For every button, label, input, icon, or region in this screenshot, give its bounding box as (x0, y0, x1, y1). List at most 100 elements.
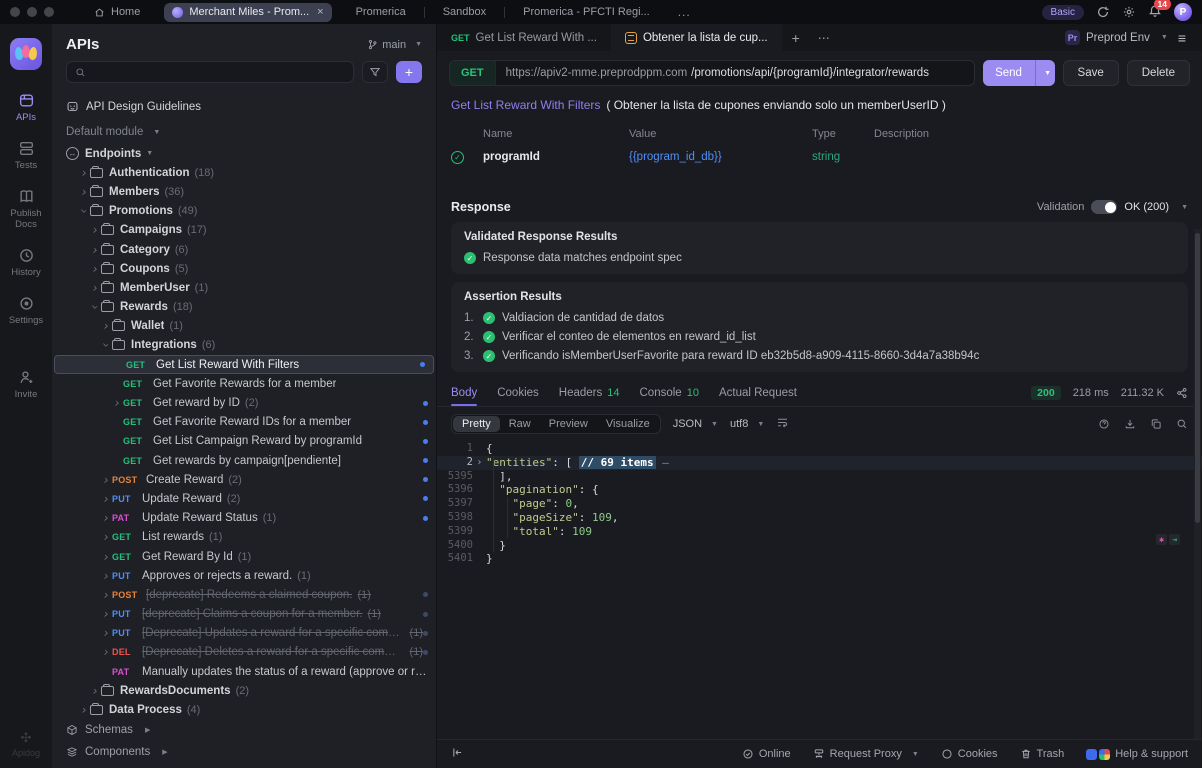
notifications-button[interactable]: 14 (1148, 4, 1162, 21)
rail-item-apis[interactable]: APIs (0, 84, 52, 132)
word-wrap-icon[interactable] (776, 416, 789, 432)
rail-item-invite[interactable]: Invite (0, 361, 52, 409)
zoom-window-button[interactable] (44, 7, 54, 17)
tree-request[interactable]: ›POSTCreate Reward(2) (52, 470, 436, 489)
rail-item-history[interactable]: History (0, 239, 52, 287)
scrollbar-thumb[interactable] (1195, 233, 1200, 523)
tab-cookies[interactable]: Cookies (497, 380, 539, 406)
tree-request[interactable]: ›PATManually updates the status of a rew… (52, 662, 436, 681)
validation-toggle[interactable] (1091, 200, 1117, 214)
tree-request-deprecated[interactable]: ›PUT[deprecate] Claims a coupon for a me… (52, 605, 436, 624)
param-value[interactable]: {{program_id_db}} (629, 151, 812, 163)
tree-folder[interactable]: ›Campaigns(17) (52, 221, 436, 240)
new-tab-button[interactable]: + (782, 24, 810, 51)
module-selector[interactable]: Default module ▼ (52, 120, 436, 144)
tree-request-deprecated[interactable]: ›PUT[Deprecate] Updates a reward for a s… (52, 624, 436, 643)
tab-body[interactable]: Body (451, 380, 477, 406)
more-tabs-button[interactable]: ... (668, 5, 701, 19)
tree-folder[interactable]: ›Wallet(1) (52, 317, 436, 336)
app-logo[interactable] (10, 38, 42, 70)
api-design-guidelines[interactable]: API Design Guidelines (52, 93, 436, 120)
rail-item-settings[interactable]: Settings (0, 287, 52, 335)
cookies-button[interactable]: Cookies (941, 748, 998, 760)
menu-icon[interactable]: ≡ (1174, 30, 1190, 46)
fold-collapsed-icon[interactable]: › (473, 456, 486, 470)
tree-root-endpoints[interactable]: ↔ Endpoints ▼ (52, 144, 436, 163)
search-input[interactable] (92, 66, 345, 78)
help-support-button[interactable]: Help & support (1086, 748, 1188, 760)
workspace-tab[interactable]: Promerica - PFCTI Regi... (507, 0, 666, 24)
main-scrollbar[interactable] (1194, 229, 1201, 739)
search-icon[interactable] (1176, 418, 1188, 430)
trash-button[interactable]: Trash (1020, 748, 1065, 760)
tree-folder[interactable]: ›Integrations(6) (52, 336, 436, 355)
tree-request[interactable]: ›GETGet reward by ID(2) (52, 393, 436, 412)
environment-selector[interactable]: Pr Preprod Env ▼ ≡ (1053, 24, 1202, 51)
rail-item-tests[interactable]: Tests (0, 132, 52, 180)
tree-folder[interactable]: ›Coupons(5) (52, 259, 436, 278)
view-raw[interactable]: Raw (500, 416, 540, 432)
sidebar-item-schemas[interactable]: Schemas ▶ (52, 716, 436, 744)
help-circle-icon[interactable] (1098, 418, 1110, 430)
close-window-button[interactable] (10, 7, 20, 17)
doc-tab-active[interactable]: Obtener la lista de cup... (611, 24, 782, 51)
send-options-caret[interactable]: ▼ (1035, 60, 1055, 86)
avatar[interactable]: P (1174, 3, 1192, 21)
request-proxy-menu[interactable]: Request Proxy ▼ (813, 748, 919, 760)
tab-actual-request[interactable]: Actual Request (719, 380, 797, 406)
url-field[interactable]: GET https://apiv2-mme.preprodppm.com /pr… (449, 60, 975, 86)
view-visualize[interactable]: Visualize (597, 416, 659, 432)
tree-folder[interactable]: ›MemberUser(1) (52, 278, 436, 297)
share-icon[interactable] (1176, 387, 1188, 399)
tree-request[interactable]: ›GETGet Reward By Id(1) (52, 547, 436, 566)
sync-icon[interactable] (1096, 5, 1110, 19)
plan-badge[interactable]: Basic (1042, 5, 1084, 20)
tree-folder[interactable]: ›Rewards(18) (52, 298, 436, 317)
param-row[interactable]: ✓ programId {{program_id_db}} string (451, 144, 1188, 170)
collapse-sidebar-button[interactable] (451, 746, 464, 762)
rail-item-publish-docs[interactable]: Publish Docs (0, 180, 52, 239)
minimize-window-button[interactable] (27, 7, 37, 17)
tree-request[interactable]: ›PUTUpdate Reward(2) (52, 489, 436, 508)
tab-overflow-button[interactable]: ⋯ (810, 24, 839, 51)
param-name[interactable]: programId (483, 151, 629, 163)
sidebar-item-components[interactable]: Components ▶ (52, 744, 436, 768)
tree-request[interactable]: ›GETGet Favorite Reward IDs for a member (52, 413, 436, 432)
tree-folder[interactable]: ›Data Process(4) (52, 700, 436, 716)
url-path[interactable]: /promotions/api/{programId}/integrator/r… (691, 67, 929, 79)
view-preview[interactable]: Preview (540, 416, 597, 432)
online-status[interactable]: Online (742, 748, 791, 760)
tree-request[interactable]: ›GETGet rewards by campaign[pendiente] (52, 451, 436, 470)
tree-folder[interactable]: ›Members(36) (52, 182, 436, 201)
home-tab[interactable]: Home (78, 0, 156, 24)
tab-headers[interactable]: Headers14 (559, 380, 620, 406)
branch-selector[interactable]: main ▼ (367, 39, 422, 51)
save-button[interactable]: Save (1063, 60, 1119, 86)
method-selector[interactable]: GET (450, 61, 496, 85)
tab-console[interactable]: Console10 (640, 380, 699, 406)
tree-request[interactable]: ›GETGet Favorite Rewards for a member (52, 374, 436, 393)
workspace-tab[interactable]: Promerica (340, 0, 422, 24)
copy-icon[interactable] (1150, 418, 1162, 430)
settings-gear-icon[interactable] (1122, 5, 1136, 19)
format-select[interactable]: JSON▼ (673, 418, 718, 430)
tree-folder[interactable]: ›Authentication(18) (52, 163, 436, 182)
filter-button[interactable] (362, 61, 388, 83)
tree-request-deprecated[interactable]: ›DEL[Deprecate] Deletes a reward for a s… (52, 643, 436, 662)
tree-folder[interactable]: ›Promotions(49) (52, 202, 436, 221)
window-controls[interactable] (10, 7, 54, 17)
add-endpoint-button[interactable]: + (396, 61, 422, 83)
doc-tab[interactable]: GET Get List Reward With ... (437, 24, 611, 51)
param-type[interactable]: string (812, 151, 874, 163)
tree-request[interactable]: ›GETGet List Campaign Reward by programI… (52, 432, 436, 451)
response-body-editor[interactable]: 1{ 2›"entities": [ // 69 items – 5395 ],… (437, 439, 1202, 739)
endpoint-name-link[interactable]: Get List Reward With Filters (451, 98, 600, 112)
tree-folder[interactable]: ›RewardsDocuments(2) (52, 681, 436, 700)
send-button[interactable]: Send (983, 60, 1035, 86)
download-icon[interactable] (1124, 418, 1136, 430)
param-enabled-checkbox[interactable]: ✓ (451, 151, 464, 164)
tree-request[interactable]: ›GETList rewards(1) (52, 528, 436, 547)
tree-request[interactable]: ›PATUpdate Reward Status(1) (52, 509, 436, 528)
close-tab-icon[interactable]: × (317, 6, 323, 18)
tree-request-selected[interactable]: ›GETGet List Reward With Filters (54, 355, 434, 374)
